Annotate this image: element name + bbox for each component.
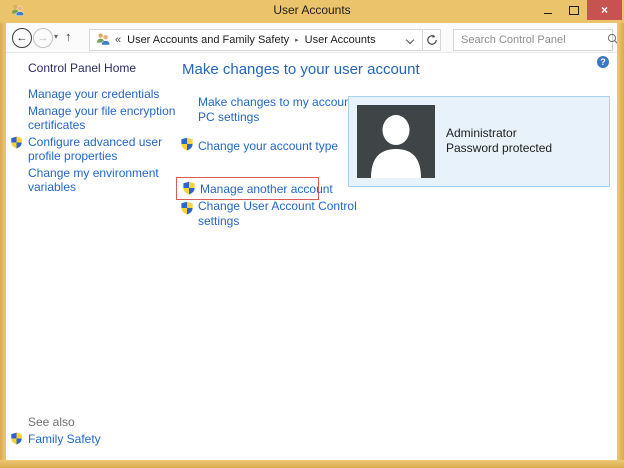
breadcrumb-separator-icon: ▸ xyxy=(295,37,299,44)
search-box[interactable] xyxy=(453,29,619,51)
sidebar-item-family-safety[interactable]: Family Safety xyxy=(28,432,183,446)
sidebar-item-file-encryption-certificates[interactable]: Manage your file encryption certificates xyxy=(28,104,183,132)
help-button[interactable]: ? xyxy=(597,56,609,68)
sidebar-item-manage-credentials[interactable]: Manage your credentials xyxy=(28,87,183,101)
see-also-header: See also xyxy=(28,415,75,429)
title-bar: User Accounts × xyxy=(0,0,624,23)
recent-pages-dropdown[interactable]: ▾ xyxy=(54,32,58,41)
address-bar[interactable]: « User Accounts and Family Safety ▸ User… xyxy=(89,29,441,51)
sidebar-item-advanced-user-profile[interactable]: Configure advanced user profile properti… xyxy=(28,135,183,163)
back-icon: ← xyxy=(16,31,28,44)
minimize-button[interactable] xyxy=(535,0,561,20)
chevron-down-icon: ▾ xyxy=(54,32,59,41)
avatar xyxy=(357,105,435,178)
breadcrumb-item-user-accounts[interactable]: User Accounts xyxy=(305,34,376,46)
link-change-account-type[interactable]: Change your account type xyxy=(198,139,338,154)
link-manage-another-account[interactable]: Manage another account xyxy=(200,182,333,197)
uac-shield-icon xyxy=(10,432,23,448)
refresh-button[interactable] xyxy=(423,30,440,50)
close-button[interactable]: × xyxy=(587,0,622,20)
close-icon: × xyxy=(600,3,608,17)
sidebar-item-control-panel-home[interactable]: Control Panel Home xyxy=(28,61,136,75)
page-title: Make changes to your user account xyxy=(182,61,420,78)
refresh-icon xyxy=(426,34,437,45)
uac-shield-icon xyxy=(180,201,194,218)
maximize-button[interactable] xyxy=(561,0,587,20)
window-border-left xyxy=(0,23,6,468)
sidebar-item-environment-variables[interactable]: Change my environment variables xyxy=(28,166,183,194)
forward-button[interactable]: → xyxy=(33,28,53,48)
user-silhouette-icon xyxy=(357,105,435,178)
minimize-icon xyxy=(544,12,552,14)
maximize-icon xyxy=(569,5,579,15)
account-name: Administrator xyxy=(446,126,517,140)
link-change-uac-settings[interactable]: Change User Account Control settings xyxy=(198,199,378,229)
window-title: User Accounts xyxy=(273,3,351,17)
uac-shield-icon xyxy=(180,137,194,154)
uac-shield-icon xyxy=(182,181,196,198)
navigation-bar: ← → ▾ ↑ « User Accounts and Family Safet… xyxy=(1,23,623,53)
window-border-right xyxy=(617,23,624,468)
window-border-bottom xyxy=(0,460,624,468)
back-button[interactable]: ← xyxy=(12,28,32,48)
uac-shield-icon xyxy=(10,136,23,152)
breadcrumb-overflow-indicator[interactable]: « xyxy=(115,34,121,46)
address-dropdown-icon[interactable] xyxy=(406,36,414,44)
user-accounts-window: User Accounts × ← → ▾ ↑ « User Accounts … xyxy=(0,0,624,468)
up-arrow-icon: ↑ xyxy=(65,29,72,44)
account-status: Password protected xyxy=(446,141,553,155)
forward-icon: → xyxy=(37,31,49,44)
up-button[interactable]: ↑ xyxy=(65,29,72,44)
breadcrumb-item-family-safety[interactable]: User Accounts and Family Safety xyxy=(127,34,289,46)
search-input[interactable] xyxy=(454,34,607,46)
help-icon: ? xyxy=(600,57,606,67)
account-panel: Administrator Password protected xyxy=(348,96,610,187)
user-accounts-breadcrumb-icon xyxy=(95,32,111,49)
